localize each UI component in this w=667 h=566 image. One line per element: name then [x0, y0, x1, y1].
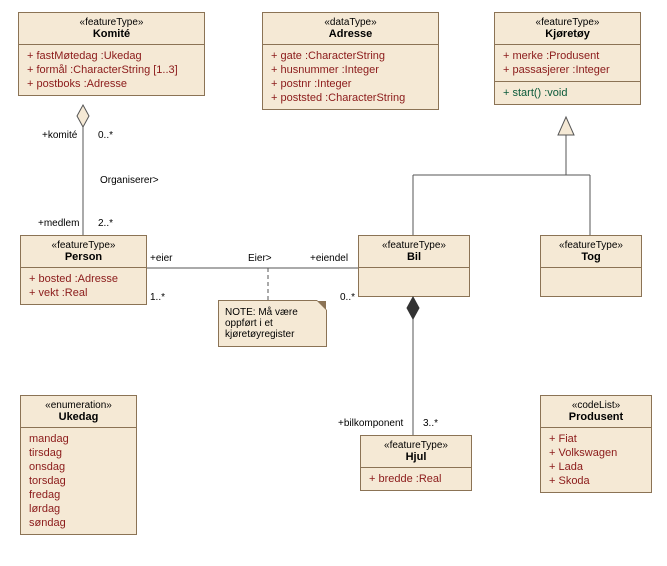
assoc-organiser: Organiserer>: [100, 175, 159, 186]
note: NOTE: Må være oppført i et kjøretøyregis…: [218, 300, 327, 347]
code-value: + Skoda: [549, 474, 643, 488]
mult-medlem: 2..*: [98, 218, 113, 229]
attribute: + vekt :Real: [29, 286, 138, 300]
mult-eier: 1..*: [150, 292, 165, 303]
class-name: Person: [29, 251, 138, 263]
class-adresse[interactable]: «dataType»Adresse + gate :CharacterStrin…: [262, 12, 439, 110]
class-name: Bil: [367, 251, 461, 263]
role-eier: +eier: [150, 253, 173, 264]
role-bilkomponent: +bilkomponent: [338, 418, 403, 429]
enum-literal: fredag: [29, 488, 128, 502]
enum-literal: søndag: [29, 516, 128, 530]
attribute: + gate :CharacterString: [271, 49, 430, 63]
note-text: NOTE: Må være oppført i et kjøretøyregis…: [225, 307, 298, 340]
mult-bilkomponent: 3..*: [423, 418, 438, 429]
attribute: + formål :CharacterString [1..3]: [27, 63, 196, 77]
class-produsent[interactable]: «codeList»Produsent + Fiat + Volkswagen …: [540, 395, 652, 493]
attribute: + poststed :CharacterString: [271, 91, 430, 105]
attribute: + bosted :Adresse: [29, 272, 138, 286]
class-name: Kjøretøy: [503, 28, 632, 40]
enum-literal: torsdag: [29, 474, 128, 488]
attribute: + postboks :Adresse: [27, 77, 196, 91]
code-value: + Lada: [549, 460, 643, 474]
operation: + start() :void: [503, 86, 632, 100]
class-bil[interactable]: «featureType»Bil: [358, 235, 470, 297]
stereotype: «featureType»: [549, 240, 633, 251]
class-kjoretoy[interactable]: «featureType»Kjøretøy + merke :Produsent…: [494, 12, 641, 105]
enum-literal: lørdag: [29, 502, 128, 516]
role-eiendel: +eiendel: [310, 253, 348, 264]
enum-literal: onsdag: [29, 460, 128, 474]
attribute: + merke :Produsent: [503, 49, 632, 63]
stereotype: «dataType»: [271, 17, 430, 28]
mult-eiendel: 0..*: [340, 292, 355, 303]
stereotype: «featureType»: [369, 440, 463, 451]
class-name: Hjul: [369, 451, 463, 463]
stereotype: «featureType»: [29, 240, 138, 251]
class-person[interactable]: «featureType»Person + bosted :Adresse + …: [20, 235, 147, 305]
stereotype: «codeList»: [549, 400, 643, 411]
class-tog[interactable]: «featureType»Tog: [540, 235, 642, 297]
stereotype: «featureType»: [503, 17, 632, 28]
stereotype: «featureType»: [27, 17, 196, 28]
class-name: Produsent: [549, 411, 643, 423]
attribute: + postnr :Integer: [271, 77, 430, 91]
attribute: + passasjerer :Integer: [503, 63, 632, 77]
assoc-eier: Eier>: [248, 253, 272, 264]
class-name: Tog: [549, 251, 633, 263]
code-value: + Volkswagen: [549, 446, 643, 460]
code-value: + Fiat: [549, 432, 643, 446]
class-name: Ukedag: [29, 411, 128, 423]
enum-literal: mandag: [29, 432, 128, 446]
class-komite[interactable]: «featureType»Komité + fastMøtedag :Ukeda…: [18, 12, 205, 96]
attribute: + husnummer :Integer: [271, 63, 430, 77]
class-hjul[interactable]: «featureType»Hjul + bredde :Real: [360, 435, 472, 491]
class-name: Adresse: [271, 28, 430, 40]
attribute: + bredde :Real: [369, 472, 463, 486]
role-medlem: +medlem: [38, 218, 79, 229]
mult-komite: 0..*: [98, 130, 113, 141]
enum-literal: tirsdag: [29, 446, 128, 460]
stereotype: «featureType»: [367, 240, 461, 251]
class-ukedag[interactable]: «enumeration»Ukedag mandag tirsdag onsda…: [20, 395, 137, 535]
attribute: + fastMøtedag :Ukedag: [27, 49, 196, 63]
role-komite: +komité: [42, 130, 77, 141]
class-name: Komité: [27, 28, 196, 40]
stereotype: «enumeration»: [29, 400, 128, 411]
